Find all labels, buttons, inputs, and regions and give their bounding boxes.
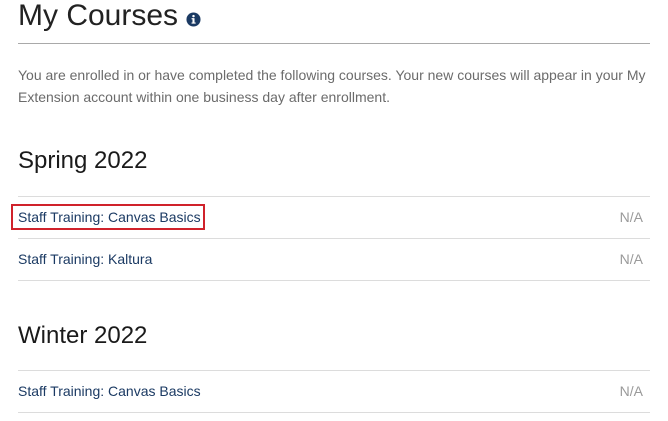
my-courses-page: My Courses You are enrolled in or have c… bbox=[11, 0, 650, 413]
enrollment-intro-text: You are enrolled in or have completed th… bbox=[18, 67, 646, 105]
term-heading-winter-2022: Winter 2022 bbox=[18, 322, 148, 349]
course-row: Staff Training: Canvas Basics N/A bbox=[18, 371, 650, 413]
course-row: Staff Training: Canvas Basics N/A bbox=[11, 197, 650, 239]
info-icon[interactable] bbox=[186, 12, 201, 27]
page-title: My Courses bbox=[18, 0, 179, 32]
page-header: My Courses bbox=[18, 0, 650, 44]
course-list-spring-2022: Staff Training: Canvas Basics N/A Staff … bbox=[11, 196, 650, 281]
course-link-canvas-basics[interactable]: Staff Training: Canvas Basics bbox=[11, 204, 205, 230]
course-grade: N/A bbox=[619, 383, 643, 399]
term-heading-spring-2022: Spring 2022 bbox=[18, 147, 148, 174]
course-link-canvas-basics[interactable]: Staff Training: Canvas Basics bbox=[18, 382, 201, 400]
course-row: Staff Training: Kaltura N/A bbox=[18, 239, 650, 281]
course-list-winter-2022: Staff Training: Canvas Basics N/A bbox=[18, 370, 650, 413]
course-link-kaltura[interactable]: Staff Training: Kaltura bbox=[18, 250, 152, 268]
course-grade: N/A bbox=[619, 209, 643, 225]
course-grade: N/A bbox=[619, 251, 643, 267]
